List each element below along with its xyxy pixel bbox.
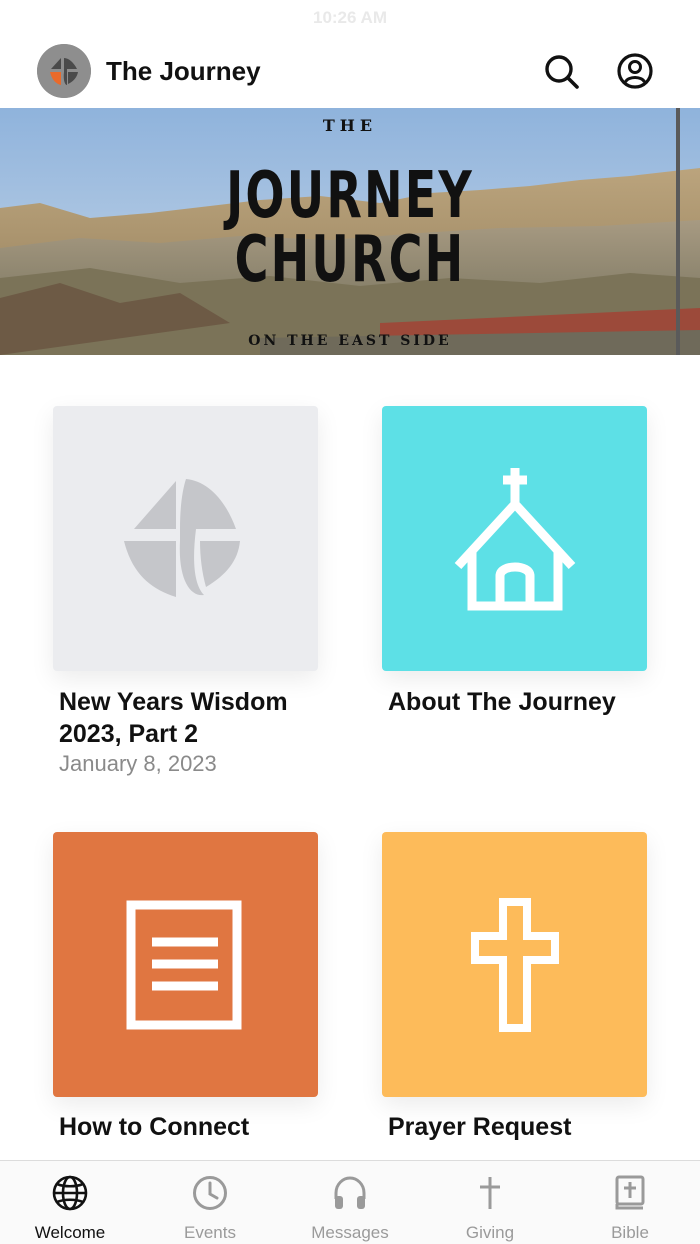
tile-about-title[interactable]: About The Journey: [388, 686, 678, 718]
tab-giving[interactable]: Giving: [420, 1161, 560, 1244]
church-logo-icon: [123, 478, 240, 597]
tile-prayer[interactable]: [382, 832, 647, 1097]
hero-title-line-1: JOURNEY: [226, 159, 474, 233]
tab-giving-label: Giving: [465, 1223, 515, 1242]
tab-events[interactable]: Events: [140, 1161, 280, 1244]
cross-icon: [470, 897, 559, 1032]
status-time: 10:26 AM: [312, 8, 387, 27]
hero-top-line: THE: [322, 116, 378, 135]
chapel-icon: [454, 467, 575, 610]
hero-title-line-2: CHURCH: [234, 223, 466, 297]
tile-sermon-date: January 8, 2023: [59, 751, 217, 776]
tile-connect-title[interactable]: How to Connect: [59, 1111, 349, 1143]
user-icon: [617, 53, 653, 89]
church-logo-avatar[interactable]: [37, 44, 91, 98]
globe-icon: [52, 1175, 88, 1211]
search-icon: [545, 55, 579, 89]
top-bar: The Journey: [0, 40, 700, 108]
tab-welcome[interactable]: Welcome: [0, 1161, 140, 1244]
hero-subtitle: ON THE EAST SIDE: [248, 333, 452, 349]
hero-banner: THE JOURNEY CHURCH ON THE EAST SIDE: [0, 108, 700, 355]
tab-welcome-label: Welcome: [34, 1223, 106, 1242]
tab-bible[interactable]: Bible: [560, 1161, 700, 1244]
tab-messages-label: Messages: [311, 1223, 389, 1242]
tile-about[interactable]: [382, 406, 647, 671]
headphones-icon: [334, 1176, 366, 1209]
page-title: The Journey: [106, 56, 261, 86]
hero-title: JOURNEY CHURCH: [98, 164, 602, 292]
tile-sermon-title[interactable]: New Years Wisdom 2023, Part 2: [59, 686, 349, 750]
account-button[interactable]: [616, 52, 654, 90]
cross-icon: [480, 1177, 500, 1209]
tile-sermon[interactable]: [53, 406, 318, 671]
search-button[interactable]: [542, 52, 580, 90]
church-logo-icon: [37, 44, 91, 98]
document-icon: [126, 900, 241, 1029]
tab-events-label: Events: [184, 1223, 236, 1242]
clock-icon: [193, 1176, 227, 1210]
tab-bible-label: Bible: [611, 1223, 649, 1242]
bottom-tab-bar: Welcome Events Messages Giving Bible: [0, 1160, 700, 1244]
tile-prayer-title[interactable]: Prayer Request: [388, 1111, 678, 1143]
tile-connect[interactable]: [53, 832, 318, 1097]
tab-messages[interactable]: Messages: [280, 1161, 420, 1244]
bible-icon: [615, 1175, 645, 1210]
